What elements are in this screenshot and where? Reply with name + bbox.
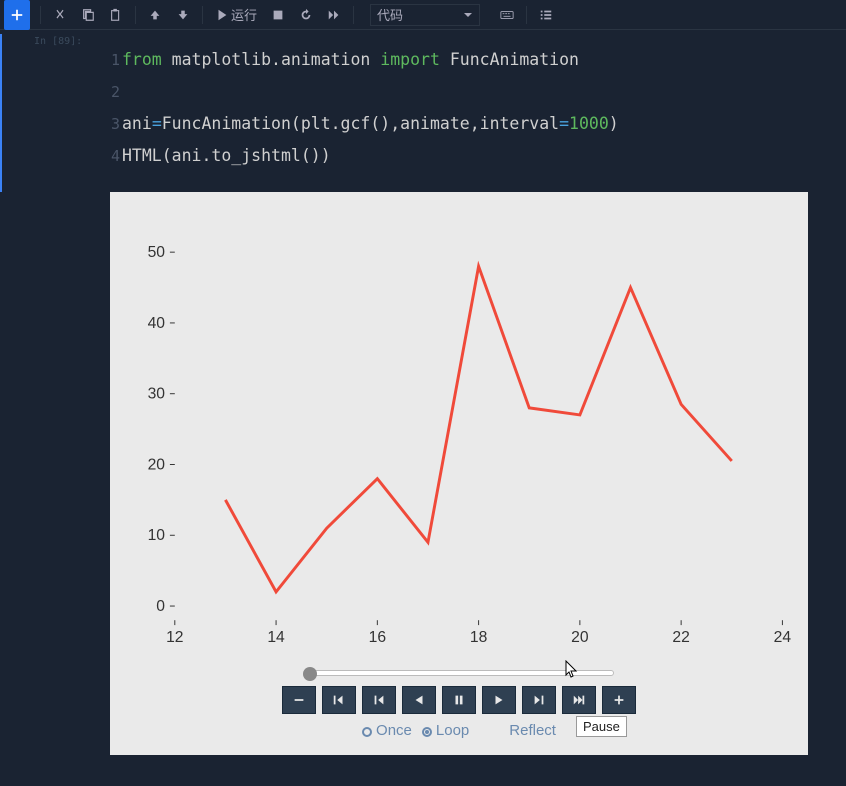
cell-type-select[interactable]: 代码 xyxy=(370,4,480,26)
paste-button[interactable] xyxy=(103,3,129,27)
notebook-toolbar: 运行 代码 xyxy=(0,0,846,30)
next-frame-button[interactable] xyxy=(522,686,556,714)
cell-output: 12 14 16 18 20 22 24 0 10 20 30 40 50 Once Loop Paus… xyxy=(110,192,808,755)
code-cell: In [89]: 1from matplotlib.animation impo… xyxy=(0,30,846,192)
mode-once[interactable]: Once xyxy=(362,722,412,739)
copy-button[interactable] xyxy=(75,3,101,27)
play-button[interactable] xyxy=(482,686,516,714)
code-editor[interactable]: 1from matplotlib.animation import FuncAn… xyxy=(110,34,846,192)
move-down-button[interactable] xyxy=(170,3,196,27)
run-button[interactable]: 运行 xyxy=(209,3,263,27)
run-label: 运行 xyxy=(231,5,257,24)
mode-reflect[interactable]: Reflect xyxy=(529,722,556,739)
slider-thumb[interactable] xyxy=(303,667,317,681)
fast-forward-button[interactable] xyxy=(321,3,347,27)
faster-button[interactable] xyxy=(602,686,636,714)
svg-text:50: 50 xyxy=(148,244,166,261)
cell-type-label: 代码 xyxy=(377,5,403,24)
cell-prompt: In [89]: xyxy=(28,34,110,192)
line-chart: 12 14 16 18 20 22 24 0 10 20 30 40 50 xyxy=(116,204,802,664)
svg-text:16: 16 xyxy=(369,629,387,646)
svg-text:30: 30 xyxy=(148,386,166,403)
svg-text:20: 20 xyxy=(148,456,166,473)
chart-container: 12 14 16 18 20 22 24 0 10 20 30 40 50 xyxy=(116,204,802,664)
svg-text:12: 12 xyxy=(166,629,183,646)
animation-controls xyxy=(116,682,802,718)
keyboard-icon[interactable] xyxy=(494,3,520,27)
pause-tooltip: Pause xyxy=(576,716,627,737)
svg-text:0: 0 xyxy=(156,598,165,615)
svg-text:24: 24 xyxy=(774,629,792,646)
svg-text:40: 40 xyxy=(148,315,166,332)
pause-button[interactable] xyxy=(442,686,476,714)
stop-button[interactable] xyxy=(265,3,291,27)
move-up-button[interactable] xyxy=(142,3,168,27)
cursor-icon xyxy=(564,660,580,680)
restart-button[interactable] xyxy=(293,3,319,27)
list-icon[interactable] xyxy=(533,3,559,27)
prev-frame-button[interactable] xyxy=(362,686,396,714)
slower-button[interactable] xyxy=(282,686,316,714)
insert-cell-button[interactable] xyxy=(4,0,30,30)
svg-text:22: 22 xyxy=(672,629,689,646)
loop-mode-radios: Once Loop Pause Reflect xyxy=(116,718,802,743)
mode-loop[interactable]: Loop xyxy=(422,722,469,739)
svg-text:20: 20 xyxy=(571,629,589,646)
cut-button[interactable] xyxy=(47,3,73,27)
first-frame-button[interactable] xyxy=(322,686,356,714)
svg-text:14: 14 xyxy=(267,629,285,646)
svg-text:18: 18 xyxy=(470,629,488,646)
last-frame-button[interactable] xyxy=(562,686,596,714)
svg-text:10: 10 xyxy=(148,527,166,544)
play-reverse-button[interactable] xyxy=(402,686,436,714)
